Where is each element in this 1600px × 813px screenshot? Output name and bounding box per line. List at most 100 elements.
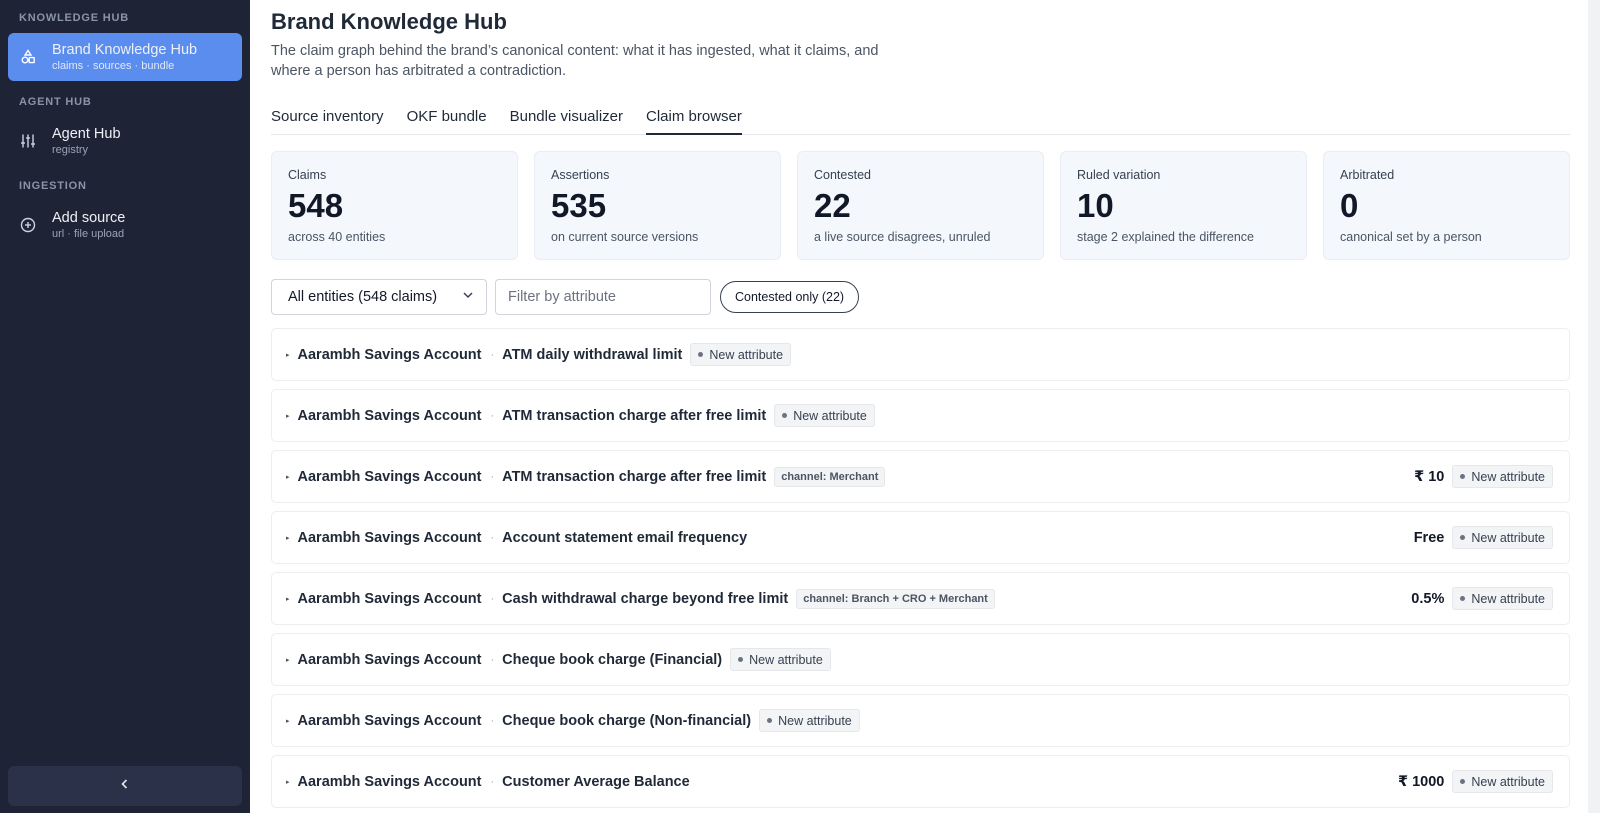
- claim-entity: Aarambh Savings Account: [297, 712, 482, 729]
- sidebar-item-subtitle: registry: [52, 144, 89, 156]
- stat-subtitle: canonical set by a person: [1340, 230, 1482, 244]
- tab-okf-bundle[interactable]: OKF bundle: [407, 106, 487, 135]
- sidebar-item-title: Add source: [52, 210, 126, 226]
- claim-row[interactable]: ▸ Aarambh Savings Account · ATM transact…: [271, 450, 1570, 503]
- status-dot-icon: [1460, 596, 1466, 601]
- stat-card-contested: Contested 22 a live source disagrees, un…: [797, 151, 1044, 260]
- scrollbar[interactable]: [1588, 0, 1600, 813]
- status-badge: New attribute: [1452, 587, 1553, 610]
- separator-dot: ·: [490, 470, 495, 483]
- status-badge: New attribute: [730, 648, 831, 671]
- claim-row[interactable]: ▸ Aarambh Savings Account · Cheque book …: [271, 694, 1570, 747]
- claim-entity: Aarambh Savings Account: [297, 773, 482, 790]
- status-dot-icon: [782, 413, 788, 418]
- stat-subtitle: stage 2 explained the difference: [1077, 230, 1254, 244]
- status-badge: New attribute: [759, 709, 860, 732]
- stat-label: Assertions: [551, 168, 610, 182]
- claim-row[interactable]: ▸ Aarambh Savings Account · ATM transact…: [271, 389, 1570, 442]
- stat-label: Ruled variation: [1077, 168, 1161, 182]
- claim-attribute: Cash withdrawal charge beyond free limit: [502, 590, 789, 607]
- status-badge-label: New attribute: [1471, 530, 1545, 545]
- status-badge: New attribute: [1452, 465, 1553, 488]
- status-badge-label: New attribute: [709, 347, 784, 362]
- sidebar-item-add-source[interactable]: Add source url · file upload: [8, 201, 242, 249]
- separator-dot: ·: [490, 348, 495, 361]
- claim-attribute: Cheque book charge (Financial): [502, 651, 723, 668]
- plus-circle-icon: [19, 216, 37, 234]
- claim-entity: Aarambh Savings Account: [297, 590, 482, 607]
- contested-only-button[interactable]: Contested only (22): [720, 281, 860, 313]
- claim-row[interactable]: ▸ Aarambh Savings Account · Customer Ave…: [271, 755, 1570, 808]
- status-badge-label: New attribute: [1471, 774, 1545, 789]
- tab-bundle-visualizer[interactable]: Bundle visualizer: [510, 106, 623, 135]
- stat-value: 0: [1340, 187, 1359, 224]
- separator-dot: ·: [490, 775, 495, 788]
- claim-value: ₹ 10: [1414, 468, 1445, 485]
- entity-select-value: All entities (548 claims): [288, 289, 438, 305]
- stat-value: 22: [814, 187, 851, 224]
- sidebar-item-subtitle: claims · sources · bundle: [52, 60, 175, 72]
- stat-label: Claims: [288, 168, 327, 182]
- qualifier-badge: channel: Merchant: [774, 466, 886, 487]
- caret-right-icon[interactable]: ▸: [286, 351, 290, 359]
- filter-bar: All entities (548 claims) Contested only…: [271, 279, 860, 315]
- stat-card-ruled-variation: Ruled variation 10 stage 2 explained the…: [1060, 151, 1307, 260]
- status-dot-icon: [738, 657, 744, 662]
- claim-value: Free: [1413, 529, 1445, 546]
- status-badge: New attribute: [774, 404, 875, 427]
- separator-dot: ·: [490, 592, 495, 605]
- claim-row[interactable]: ▸ Aarambh Savings Account · Account stat…: [271, 511, 1570, 564]
- sidebar-item-agent-hub[interactable]: Agent Hub registry: [8, 117, 242, 165]
- stat-card-claims: Claims 548 across 40 entities: [271, 151, 518, 260]
- stat-card-assertions: Assertions 535 on current source version…: [534, 151, 781, 260]
- status-badge: New attribute: [1452, 770, 1553, 793]
- sidebar-item-brand-knowledge-hub[interactable]: Brand Knowledge Hub claims · sources · b…: [8, 33, 242, 81]
- section-label-knowledge-hub: KNOWLEDGE HUB: [19, 12, 130, 24]
- claim-row[interactable]: ▸ Aarambh Savings Account · ATM daily wi…: [271, 328, 1570, 381]
- status-badge: New attribute: [690, 343, 792, 366]
- status-badge-label: New attribute: [1471, 469, 1545, 484]
- claim-entity: Aarambh Savings Account: [297, 468, 482, 485]
- caret-right-icon[interactable]: ▸: [286, 595, 290, 603]
- status-dot-icon: [698, 352, 704, 357]
- tab-bar: Source inventory OKF bundle Bundle visua…: [271, 106, 1570, 135]
- caret-right-icon[interactable]: ▸: [286, 778, 290, 786]
- stat-subtitle: a live source disagrees, unruled: [814, 230, 991, 244]
- sidebar-collapse-button[interactable]: [8, 766, 242, 806]
- stat-card-arbitrated: Arbitrated 0 canonical set by a person: [1323, 151, 1570, 260]
- claim-entity: Aarambh Savings Account: [297, 346, 482, 363]
- claim-entity: Aarambh Savings Account: [297, 529, 482, 546]
- stat-value: 548: [288, 187, 344, 224]
- attribute-filter-input[interactable]: [495, 279, 711, 315]
- claim-entity: Aarambh Savings Account: [297, 407, 482, 424]
- caret-right-icon[interactable]: ▸: [286, 717, 290, 725]
- separator-dot: ·: [490, 409, 495, 422]
- claim-attribute: Cheque book charge (Non-financial): [502, 712, 752, 729]
- caret-right-icon[interactable]: ▸: [286, 656, 290, 664]
- stat-subtitle: across 40 entities: [288, 230, 386, 244]
- shapes-icon: [19, 48, 37, 66]
- sidebar-item-title: Agent Hub: [52, 126, 121, 142]
- claim-value: 0.5%: [1411, 590, 1445, 607]
- stats-row: Claims 548 across 40 entities Assertions…: [271, 151, 1570, 260]
- caret-right-icon[interactable]: ▸: [286, 412, 290, 420]
- page-title: Brand Knowledge Hub: [271, 9, 507, 34]
- entity-select[interactable]: All entities (548 claims): [271, 279, 487, 315]
- claim-row[interactable]: ▸ Aarambh Savings Account · Cheque book …: [271, 633, 1570, 686]
- section-label-ingestion: INGESTION: [19, 180, 87, 192]
- caret-right-icon[interactable]: ▸: [286, 473, 290, 481]
- claim-attribute: Account statement email frequency: [502, 529, 748, 546]
- status-dot-icon: [1460, 779, 1466, 784]
- status-badge-label: New attribute: [1471, 591, 1545, 606]
- caret-right-icon[interactable]: ▸: [286, 534, 290, 542]
- tab-source-inventory[interactable]: Source inventory: [271, 106, 384, 135]
- tab-claim-browser[interactable]: Claim browser: [646, 106, 742, 135]
- claim-row[interactable]: ▸ Aarambh Savings Account · Cash withdra…: [271, 572, 1570, 625]
- sidebar-item-title: Brand Knowledge Hub: [52, 42, 198, 58]
- section-label-agent-hub: AGENT HUB: [19, 96, 92, 108]
- sidebar: KNOWLEDGE HUB Brand Knowledge Hub claims…: [0, 0, 250, 813]
- status-badge-label: New attribute: [749, 652, 823, 667]
- claim-list: ▸ Aarambh Savings Account · ATM daily wi…: [271, 328, 1570, 813]
- chevron-down-icon: [462, 289, 474, 305]
- chevron-left-icon: [119, 777, 131, 795]
